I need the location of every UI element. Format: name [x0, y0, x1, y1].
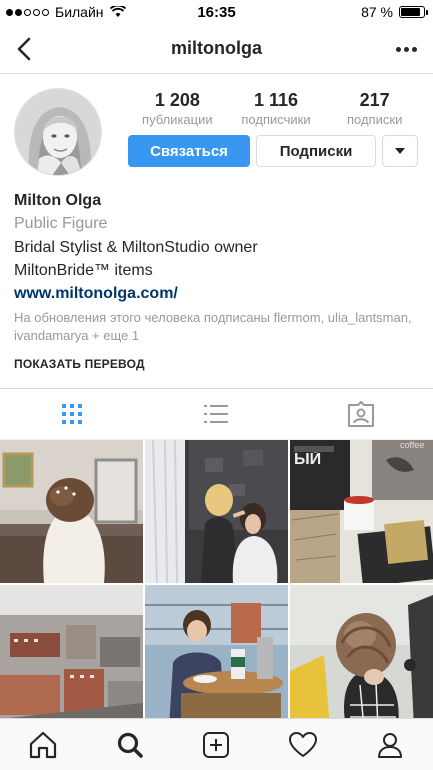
- post-thumbnail[interactable]: [0, 585, 143, 728]
- stat-label: подписки: [347, 112, 403, 127]
- nav-home[interactable]: [0, 719, 87, 770]
- bio-line: MiltonBride™ items: [14, 262, 153, 279]
- tab-grid[interactable]: [0, 389, 144, 439]
- list-icon: [204, 405, 229, 423]
- add-post-icon: [203, 731, 230, 758]
- following-button[interactable]: Подписки: [256, 135, 376, 167]
- post-thumbnail[interactable]: [0, 440, 143, 583]
- tab-list[interactable]: [144, 389, 288, 439]
- profile-actions: Связаться Подписки: [128, 135, 418, 167]
- battery-icon: [399, 6, 428, 18]
- stat-value: 217: [359, 90, 390, 110]
- post-thumbnail[interactable]: [290, 585, 433, 728]
- profile-bio: Milton Olga Public Figure Bridal Stylist…: [14, 190, 424, 371]
- post-thumbnail[interactable]: [145, 585, 288, 728]
- svg-text:coffee: coffee: [400, 440, 424, 450]
- profile-view-tabs: [0, 388, 433, 440]
- stat-posts[interactable]: 1 208 публикации: [128, 90, 227, 127]
- more-options-icon[interactable]: [393, 36, 419, 62]
- stat-label: подписчики: [241, 112, 311, 127]
- suggestions-dropdown-button[interactable]: [382, 135, 418, 167]
- home-icon: [30, 731, 57, 758]
- followed-by-text[interactable]: На обновления этого человека подписаны f…: [14, 309, 424, 345]
- website-link[interactable]: www.miltonolga.com/: [14, 282, 424, 306]
- nav-activity[interactable]: [260, 719, 347, 770]
- avatar[interactable]: [14, 88, 102, 176]
- bottom-tab-bar: [0, 718, 433, 770]
- heart-icon: [289, 731, 318, 757]
- profile-icon: [377, 732, 402, 758]
- posts-grid: ЫЙ coffee: [0, 440, 433, 728]
- username-title: miltonolga: [171, 38, 262, 58]
- nav-add-post[interactable]: [173, 719, 260, 770]
- stat-followers[interactable]: 1 116 подписчики: [227, 90, 326, 127]
- grid-icon: [62, 404, 83, 424]
- post-thumbnail[interactable]: ЫЙ coffee: [290, 440, 433, 583]
- battery-percent: 87 %: [361, 4, 393, 20]
- caret-down-icon: [395, 148, 405, 154]
- status-bar: Билайн 16:35 87 %: [0, 0, 433, 24]
- nav-profile[interactable]: [346, 719, 433, 770]
- post-thumbnail[interactable]: [145, 440, 288, 583]
- contact-button[interactable]: Связаться: [128, 135, 250, 167]
- profile-stats: 1 208 публикации 1 116 подписчики 217 по…: [128, 90, 424, 127]
- tagged-icon: [347, 401, 374, 427]
- bio-line: Bridal Stylist & MiltonStudio owner: [14, 239, 258, 256]
- stat-following[interactable]: 217 подписки: [325, 90, 424, 127]
- nav-search[interactable]: [87, 719, 174, 770]
- stat-value: 1 208: [154, 90, 200, 110]
- category-label: Public Figure: [14, 215, 108, 232]
- translate-button[interactable]: ПОКАЗАТЬ ПЕРЕВОД: [14, 357, 424, 371]
- stat-label: публикации: [142, 112, 213, 127]
- stat-value: 1 116: [253, 90, 299, 110]
- search-icon: [117, 732, 143, 758]
- tab-tagged[interactable]: [289, 389, 433, 439]
- full-name: Milton Olga: [14, 192, 102, 209]
- profile-header: miltonolga: [0, 24, 433, 74]
